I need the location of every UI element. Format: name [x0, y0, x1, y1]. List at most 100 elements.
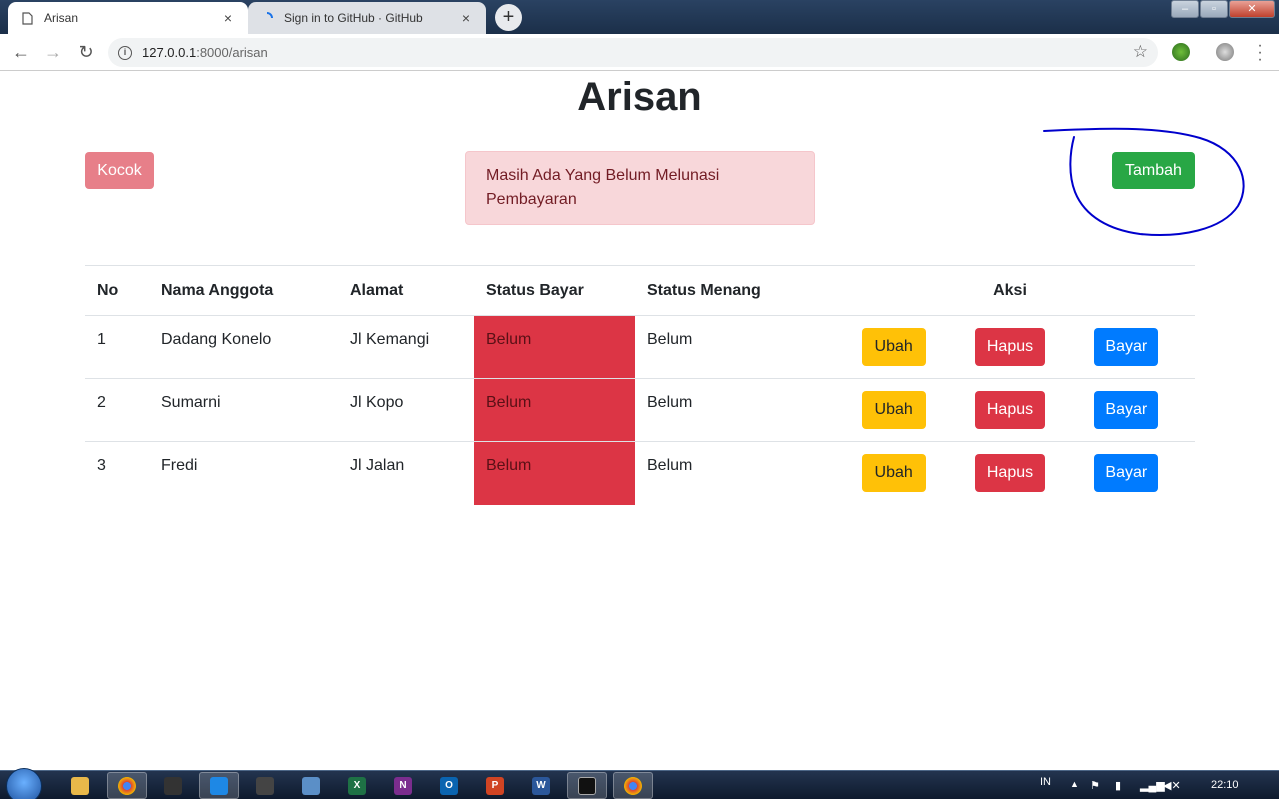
- header-aksi: Aksi: [825, 265, 1195, 316]
- header-no: No: [85, 265, 149, 316]
- word-taskbar-icon[interactable]: W: [521, 772, 561, 799]
- window-close-button[interactable]: ✕: [1229, 0, 1275, 18]
- powerpoint-taskbar-icon[interactable]: P: [475, 772, 515, 799]
- info-icon[interactable]: i: [118, 45, 132, 60]
- powerpoint-icon: P: [486, 776, 504, 795]
- terminal-icon: [578, 776, 596, 795]
- excel-taskbar-icon[interactable]: X: [337, 772, 377, 799]
- volume-muted-icon[interactable]: ◀✕: [1163, 779, 1181, 792]
- vscode-taskbar-icon[interactable]: [199, 772, 239, 799]
- browser-toolbar: ← → ↻ i 127.0.0.1:8000/arisan ☆ · · ·: [0, 34, 1279, 71]
- menu-icon[interactable]: · · ·: [1257, 38, 1263, 68]
- folder-icon: [71, 776, 89, 795]
- bayar-button[interactable]: Bayar: [1094, 328, 1159, 366]
- cmd-taskbar-icon[interactable]: [567, 772, 607, 799]
- tab-arisan[interactable]: Arisan ×: [8, 2, 248, 34]
- bookmark-star-icon[interactable]: ☆: [1133, 42, 1148, 62]
- loading-spinner-icon: [260, 11, 274, 25]
- explorer-taskbar-icon[interactable]: [60, 772, 100, 799]
- cell-status-menang: Belum: [647, 457, 693, 474]
- outlook-taskbar-icon[interactable]: O: [429, 772, 469, 799]
- start-button[interactable]: [6, 768, 42, 799]
- box-taskbar-icon[interactable]: [291, 772, 331, 799]
- cell-nama: Fredi: [161, 457, 198, 474]
- chrome-icon: [118, 776, 136, 795]
- header-status-bayar: Status Bayar: [474, 265, 635, 316]
- table-row: 2 Sumarni Jl Kopo Belum Belum Ubah Hapus…: [85, 378, 1195, 442]
- cell-no: 3: [97, 457, 106, 474]
- page-title: Arisan: [577, 75, 702, 119]
- cell-nama: Sumarni: [149, 378, 338, 442]
- cell-alamat: Jl Jalan: [350, 457, 405, 474]
- kocok-button[interactable]: Kocok: [85, 152, 154, 189]
- onenote-taskbar-icon[interactable]: N: [383, 772, 423, 799]
- bayar-button[interactable]: Bayar: [1094, 391, 1159, 429]
- kraken-icon: [256, 776, 274, 795]
- cell-nama: Dadang Konelo: [149, 315, 338, 379]
- page-icon: [20, 11, 34, 25]
- vscode-icon: [210, 776, 228, 795]
- cell-alamat: Jl Kopo: [338, 378, 474, 442]
- cell-status-menang: Belum: [635, 378, 825, 442]
- flag-icon[interactable]: ⚑: [1090, 779, 1100, 792]
- close-icon[interactable]: ×: [220, 10, 236, 26]
- gitkraken-taskbar-icon[interactable]: [245, 772, 285, 799]
- ubah-button[interactable]: Ubah: [861, 328, 926, 366]
- reload-icon[interactable]: ↻: [75, 41, 97, 63]
- new-tab-button[interactable]: +: [495, 4, 522, 31]
- hapus-button[interactable]: Hapus: [974, 391, 1045, 429]
- header-alamat: Alamat: [338, 265, 474, 316]
- media-taskbar-icon[interactable]: [153, 772, 193, 799]
- cell-no: 2: [85, 378, 149, 442]
- back-icon[interactable]: ←: [10, 41, 32, 63]
- tab-title: Arisan: [44, 11, 79, 25]
- outlook-icon: O: [440, 776, 458, 795]
- cell-status-bayar: Belum: [474, 315, 635, 379]
- maximize-button[interactable]: ▫: [1200, 0, 1228, 18]
- table-row: 3 Fredi Jl Jalan Belum Belum Ubah Hapus …: [85, 441, 1195, 505]
- url-path: :8000/arisan: [196, 45, 268, 60]
- cube-icon: [302, 776, 320, 795]
- cell-aksi: Ubah Hapus Bayar: [825, 315, 1195, 379]
- ubah-button[interactable]: Ubah: [861, 391, 926, 429]
- tambah-button[interactable]: Tambah: [1112, 152, 1195, 189]
- header-nama: Nama Anggota: [149, 265, 338, 316]
- word-icon: W: [532, 776, 550, 795]
- cell-aksi: Ubah Hapus Bayar: [825, 378, 1195, 442]
- power-icon[interactable]: ▮: [1115, 779, 1121, 792]
- chrome2-taskbar-icon[interactable]: [613, 772, 653, 799]
- extension-icon[interactable]: [1172, 43, 1190, 61]
- hapus-button[interactable]: Hapus: [974, 328, 1045, 366]
- tab-github[interactable]: Sign in to GitHub · GitHub ×: [248, 2, 486, 34]
- network-icon[interactable]: ▂▄▆: [1140, 779, 1165, 792]
- url-host: 127.0.0.1: [142, 45, 197, 60]
- close-icon[interactable]: ×: [458, 10, 474, 26]
- ubah-button[interactable]: Ubah: [861, 454, 926, 492]
- browser-tabstrip: Arisan × Sign in to GitHub · GitHub × + …: [0, 0, 1279, 34]
- minimize-button[interactable]: –: [1171, 0, 1199, 18]
- cell-status-menang: Belum: [635, 315, 825, 379]
- show-hidden-icons-icon[interactable]: ▲: [1070, 779, 1079, 789]
- window-controls: – ▫ ✕: [1170, 0, 1275, 18]
- chrome-taskbar-icon[interactable]: [107, 772, 147, 799]
- cell-alamat: Jl Kemangi: [338, 315, 474, 379]
- cell-status-bayar: Belum: [474, 378, 635, 442]
- tab-title: Sign in to GitHub · GitHub: [284, 11, 423, 25]
- language-indicator[interactable]: IN: [1040, 776, 1051, 788]
- header-status-menang: Status Menang: [635, 265, 825, 316]
- cell-status-bayar: Belum: [474, 441, 635, 505]
- hapus-button[interactable]: Hapus: [974, 454, 1045, 492]
- alert-unpaid: Masih Ada Yang Belum Melunasi Pembayaran: [465, 151, 815, 225]
- cell-no: 1: [85, 315, 149, 379]
- excel-icon: X: [348, 776, 366, 795]
- onenote-icon: N: [394, 776, 412, 795]
- clock[interactable]: 22:10: [1211, 779, 1239, 791]
- table-row: 1 Dadang Konelo Jl Kemangi Belum Belum U…: [85, 315, 1195, 379]
- forward-icon[interactable]: →: [42, 41, 64, 63]
- clapperboard-icon: [164, 776, 182, 795]
- profile-avatar[interactable]: [1216, 43, 1234, 61]
- bayar-button[interactable]: Bayar: [1094, 454, 1159, 492]
- chrome-icon: [624, 776, 642, 795]
- address-bar[interactable]: i 127.0.0.1:8000/arisan ☆: [108, 38, 1158, 67]
- table-header-row: No Nama Anggota Alamat Status Bayar Stat…: [85, 265, 1195, 316]
